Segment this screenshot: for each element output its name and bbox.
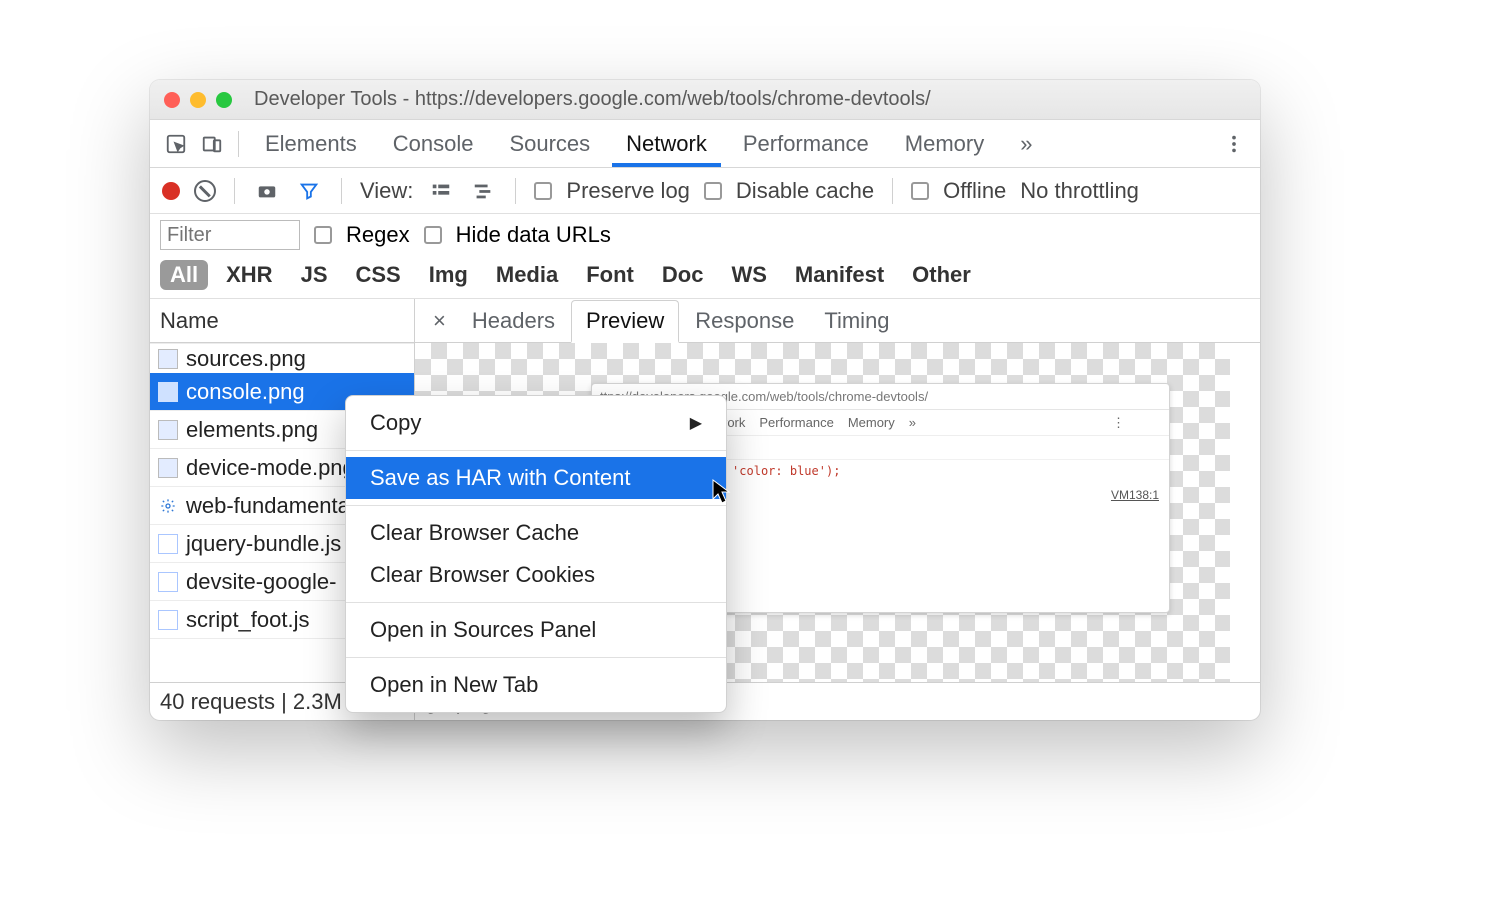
device-toggle-icon[interactable] [198,130,226,158]
tab-elements[interactable]: Elements [251,120,371,167]
regex-checkbox[interactable] [314,226,332,244]
menu-divider [346,602,726,603]
regex-label: Regex [346,222,410,248]
menu-item-label: Clear Browser Cookies [370,562,595,588]
window-zoom-button[interactable] [216,92,232,108]
tabs-overflow-button[interactable]: » [1006,120,1046,167]
file-image-icon [158,420,178,440]
type-filter-bar: All XHR JS CSS Img Media Font Doc WS Man… [150,256,1260,299]
tab-memory[interactable]: Memory [891,120,998,167]
gear-icon [158,496,178,516]
record-button[interactable] [162,182,180,200]
disable-cache-label: Disable cache [736,178,874,204]
file-script-icon [158,534,178,554]
file-script-icon [158,610,178,630]
main-tabbar: Elements Console Sources Network Perform… [150,120,1260,168]
menu-item-label: Clear Browser Cache [370,520,579,546]
menu-item-label: Open in Sources Panel [370,617,596,643]
menu-divider [346,505,726,506]
type-filter-manifest[interactable]: Manifest [785,260,894,290]
network-toolbar: View: Preserve log Disable cache Offline… [150,168,1260,214]
waterfall-view-icon[interactable] [469,177,497,205]
submenu-arrow-icon: ▶ [690,413,702,433]
thumb-tab: Performance [759,415,833,430]
name-column-header[interactable]: Name [150,299,414,343]
type-filter-doc[interactable]: Doc [652,260,714,290]
file-image-icon [158,458,178,478]
tab-network[interactable]: Network [612,120,721,167]
list-view-icon[interactable] [427,177,455,205]
request-name: web-fundamentals [186,493,366,519]
offline-label: Offline [943,178,1006,204]
thumb-tab: Memory [848,415,895,430]
request-name: script_foot.js [186,607,310,633]
hide-data-urls-checkbox[interactable] [424,226,442,244]
menu-item-open-new-tab[interactable]: Open in New Tab [346,664,726,706]
type-filter-js[interactable]: JS [291,260,338,290]
thumb-overflow: » [909,415,916,430]
request-name: sources.png [186,346,306,372]
detail-tab-preview[interactable]: Preview [571,300,679,343]
window-close-button[interactable] [164,92,180,108]
type-filter-font[interactable]: Font [576,260,644,290]
thumb-vm-link: VM138:1 [1111,488,1159,502]
titlebar: Developer Tools - https://developers.goo… [150,80,1260,120]
menu-divider [346,450,726,451]
request-name: jquery-bundle.js [186,531,341,557]
request-name: devsite-google- [186,569,336,595]
menu-item-save-har[interactable]: Save as HAR with Content [346,457,726,499]
throttling-select[interactable]: No throttling [1020,178,1139,204]
filter-toggle-icon[interactable] [295,177,323,205]
request-row[interactable]: sources.png [150,343,414,373]
detail-tab-headers[interactable]: Headers [458,299,569,342]
detail-tab-timing[interactable]: Timing [810,299,903,342]
tab-performance[interactable]: Performance [729,120,883,167]
file-image-icon [158,349,178,369]
offline-checkbox[interactable] [911,182,929,200]
preserve-log-label: Preserve log [566,178,690,204]
capture-screenshots-icon[interactable] [253,177,281,205]
type-filter-img[interactable]: Img [419,260,478,290]
type-filter-other[interactable]: Other [902,260,981,290]
request-name: elements.png [186,417,318,443]
file-script-icon [158,572,178,592]
type-filter-media[interactable]: Media [486,260,568,290]
request-name: console.png [186,379,305,405]
clear-button[interactable] [194,180,216,202]
traffic-lights [164,92,232,108]
type-filter-all[interactable]: All [160,260,208,290]
filter-input[interactable] [160,220,300,250]
menu-item-label: Save as HAR with Content [370,465,630,491]
type-filter-css[interactable]: CSS [346,260,411,290]
inspect-element-icon[interactable] [162,130,190,158]
tab-console[interactable]: Console [379,120,488,167]
menu-item-clear-cache[interactable]: Clear Browser Cache [346,512,726,554]
type-filter-xhr[interactable]: XHR [216,260,282,290]
tab-sources[interactable]: Sources [495,120,604,167]
filter-bar: Regex Hide data URLs [150,214,1260,256]
detail-tabbar: × Headers Preview Response Timing [415,299,1260,343]
close-detail-button[interactable]: × [423,299,456,342]
disable-cache-checkbox[interactable] [704,182,722,200]
kebab-menu-icon[interactable] [1220,130,1248,158]
request-name: device-mode.png [186,455,355,481]
type-filter-ws[interactable]: WS [721,260,776,290]
menu-item-label: Open in New Tab [370,672,538,698]
view-label: View: [360,178,413,204]
file-image-icon [158,382,178,402]
menu-divider [346,657,726,658]
cursor-icon [712,479,732,505]
preserve-log-checkbox[interactable] [534,182,552,200]
window-title: Developer Tools - https://developers.goo… [254,88,931,111]
menu-item-clear-cookies[interactable]: Clear Browser Cookies [346,554,726,596]
context-menu: Copy ▶ Save as HAR with Content Clear Br… [345,395,727,713]
separator [238,131,239,157]
menu-item-label: Copy [370,410,421,436]
menu-item-copy[interactable]: Copy ▶ [346,402,726,444]
menu-item-open-sources[interactable]: Open in Sources Panel [346,609,726,651]
detail-tab-response[interactable]: Response [681,299,808,342]
window-minimize-button[interactable] [190,92,206,108]
hide-data-urls-label: Hide data URLs [456,222,611,248]
